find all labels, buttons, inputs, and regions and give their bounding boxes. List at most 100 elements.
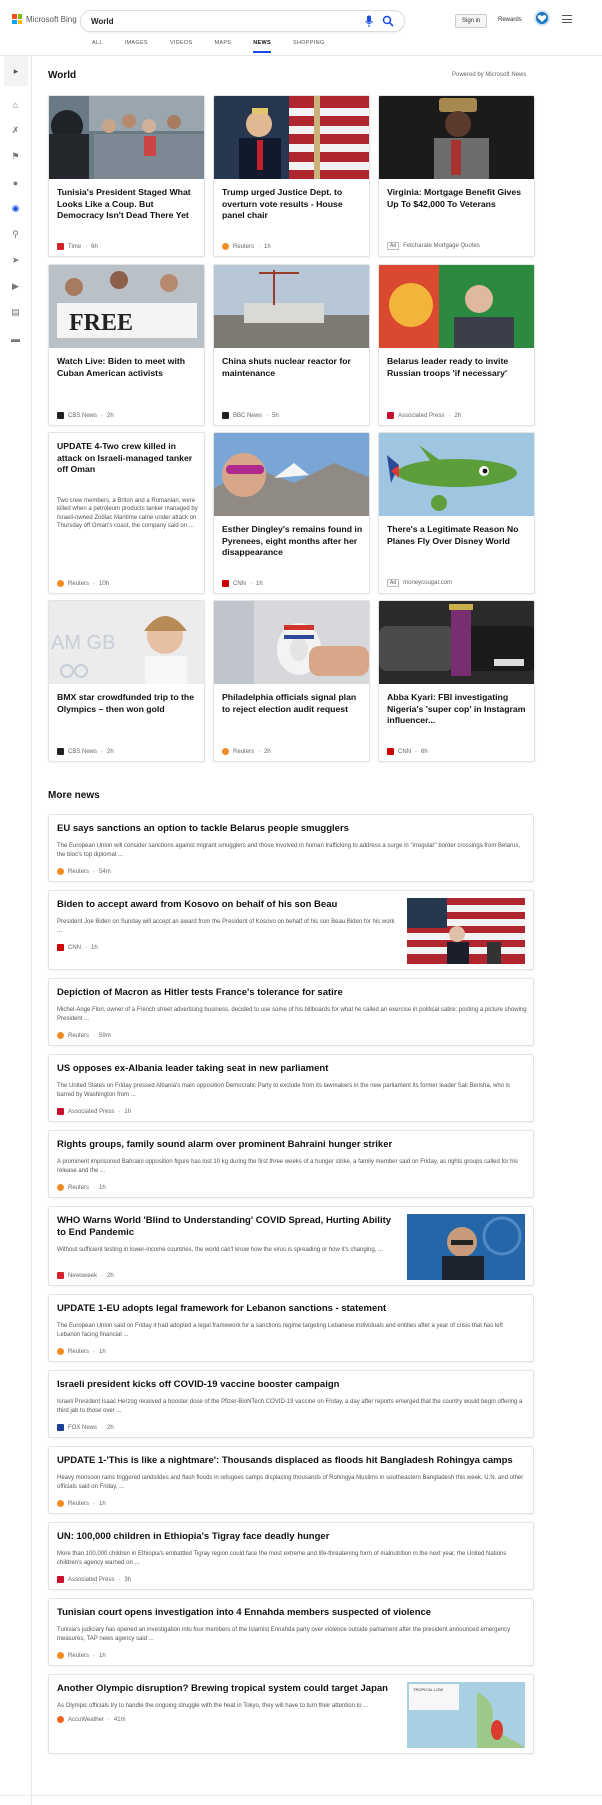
flag-icon[interactable]: ⚑ [9,150,22,163]
news-card[interactable]: Trump urged Justice Dept. to overturn vo… [213,95,370,257]
card-title[interactable]: Philadelphia officials signal plan to re… [222,692,364,715]
news-list-item[interactable]: Biden to accept award from Kosovo on beh… [48,890,534,970]
scope-news[interactable]: NEWS [253,40,271,53]
news-list-item[interactable]: UPDATE 1-EU adopts legal framework for L… [48,1294,534,1362]
item-snippet: President Joe Biden on Sunday will accep… [57,919,395,934]
news-card[interactable]: Abba Kyari: FBI investigating Nigeria's … [378,600,535,762]
news-list-item[interactable]: Israeli president kicks off COVID-19 vac… [48,1370,534,1438]
bing-logo[interactable]: Microsoft Bing [12,14,77,24]
item-source: Reuters · 1h [57,1652,106,1659]
card-title[interactable]: BMX star crowdfunded trip to the Olympic… [57,692,199,715]
microscope-icon[interactable]: ⚲ [9,228,22,241]
item-title[interactable]: EU says sanctions an option to tackle Be… [57,823,349,835]
source-logo-icon [57,1108,64,1115]
item-title[interactable]: Rights groups, family sound alarm over p… [57,1139,392,1151]
card-source: Ad moneycougar.com [387,579,452,587]
card-title[interactable]: Trump urged Justice Dept. to overturn vo… [222,187,364,222]
item-snippet: Without sufficient testing in lower-inco… [57,1247,384,1253]
card-title[interactable]: Watch Live: Biden to meet with Cuban Ame… [57,356,199,379]
scope-images[interactable]: IMAGES [125,40,148,52]
location-pin-icon[interactable]: ● [9,176,22,189]
tools-icon[interactable]: ✗ [9,124,22,137]
microphone-icon[interactable] [364,15,374,28]
card-title[interactable]: Esther Dingley's remains found in Pyrene… [222,524,364,559]
item-title[interactable]: Another Olympic disruption? Brewing trop… [57,1683,397,1695]
item-title[interactable]: UPDATE 1-'This is like a nightmare': Tho… [57,1455,513,1467]
item-title[interactable]: US opposes ex-Albania leader taking seat… [57,1063,328,1075]
video-icon[interactable]: ▶ [9,280,22,293]
card-title[interactable]: UPDATE 4-Two crew killed in attack on Is… [57,441,199,476]
news-card[interactable]: UPDATE 4-Two crew killed in attack on Is… [48,432,205,594]
news-list-item[interactable]: WHO Warns World 'Blind to Understanding'… [48,1206,534,1286]
news-list-item[interactable]: EU says sanctions an option to tackle Be… [48,814,534,882]
news-list-item[interactable]: US opposes ex-Albania leader taking seat… [48,1054,534,1122]
source-logo-icon [57,243,64,250]
item-time: 1h [99,1184,106,1191]
rocket-icon[interactable]: ➤ [9,254,22,267]
scope-all[interactable]: ALL [92,40,103,52]
news-card[interactable]: China shuts nuclear reactor for maintena… [213,264,370,426]
news-card[interactable]: AM GB BMX star crowdfunded trip to the O… [48,600,205,762]
ad-card[interactable]: Virginia: Mortgage Benefit Gives Up To $… [378,95,535,257]
card-time: 1h [264,243,271,250]
item-title[interactable]: WHO Warns World 'Blind to Understanding'… [57,1215,397,1239]
item-source: FOX News · 2h [57,1424,114,1431]
source-name: Associated Press [398,412,445,419]
item-source: Reuters · 54m [57,868,111,875]
news-list-item[interactable]: Depiction of Macron as Hitler tests Fran… [48,978,534,1046]
globe-icon[interactable]: ◉ [9,202,22,215]
search-input[interactable] [91,15,351,28]
news-card[interactable]: Esther Dingley's remains found in Pyrene… [213,432,370,594]
news-list-item[interactable]: UN: 100,000 children in Ethiopia's Tigra… [48,1522,534,1590]
card-title[interactable]: There's a Legitimate Reason No Planes Fl… [387,524,529,547]
item-title[interactable]: UN: 100,000 children in Ethiopia's Tigra… [57,1531,329,1543]
card-source: Reuters · 2h [222,748,271,755]
card-title[interactable]: Abba Kyari: FBI investigating Nigeria's … [387,692,529,727]
powered-by[interactable]: Powered by Microsoft News [452,72,526,78]
news-list-item[interactable]: Another Olympic disruption? Brewing trop… [48,1674,534,1754]
item-snippet: The European Union said on Friday it had… [57,1323,503,1338]
news-list-item[interactable]: Rights groups, family sound alarm over p… [48,1130,534,1198]
item-title[interactable]: Biden to accept award from Kosovo on beh… [57,899,397,911]
rewards-link[interactable]: Rewards [498,17,522,23]
card-source: CNN · 6h [387,748,428,755]
ad-card[interactable]: There's a Legitimate Reason No Planes Fl… [378,432,535,594]
card-title[interactable]: Virginia: Mortgage Benefit Gives Up To $… [387,187,529,210]
item-thumbnail: TROPICAL LOW [407,1682,525,1748]
sign-in-button[interactable]: Sign in [455,14,488,28]
card-source: CNN · 1h [222,580,263,587]
rewards-medal-icon[interactable] [534,10,550,26]
item-title[interactable]: UPDATE 1-EU adopts legal framework for L… [57,1303,386,1315]
money-icon[interactable]: ▬ [9,332,22,345]
ad-image [379,96,534,179]
scope-maps[interactable]: MAPS [214,40,231,52]
card-title[interactable]: Tunisia's President Staged What Looks Li… [57,187,199,222]
card-source: Ad Fetcharate Mortgage Quotes [387,242,480,250]
source-name: Reuters [68,1652,90,1659]
item-time: 1h [124,1108,132,1115]
scope-videos[interactable]: VIDEOS [170,40,193,52]
expand-rail-icon[interactable]: ▸ [4,56,28,86]
news-list-item[interactable]: Tunisian court opens investigation into … [48,1598,534,1666]
item-title[interactable]: Tunisian court opens investigation into … [57,1607,431,1619]
news-card[interactable]: Tunisia's President Staged What Looks Li… [48,95,205,257]
news-card[interactable]: Belarus leader ready to invite Russian t… [378,264,535,426]
thumb-label: TROPICAL LOW [413,1687,443,1692]
news-card[interactable]: Philadelphia officials signal plan to re… [213,600,370,762]
card-title[interactable]: Belarus leader ready to invite Russian t… [387,356,529,379]
item-time: 1h [99,1348,106,1355]
search-icon[interactable] [382,15,394,27]
news-card[interactable]: FREE Watch Live: Biden to meet with Cuba… [48,264,205,426]
item-time: 3h [124,1576,132,1583]
item-time: 41m [113,1716,126,1723]
search-box [80,10,405,32]
home-icon[interactable]: ⌂ [9,98,22,111]
item-snippet: More than 100,000 children in Ethiopia's… [57,1551,507,1566]
government-icon[interactable]: ▤ [9,306,22,319]
menu-icon[interactable] [562,15,572,23]
scope-shopping[interactable]: SHOPPING [293,40,324,52]
news-list-item[interactable]: UPDATE 1-'This is like a nightmare': Tho… [48,1446,534,1514]
item-title[interactable]: Depiction of Macron as Hitler tests Fran… [57,987,343,999]
card-title[interactable]: China shuts nuclear reactor for maintena… [222,356,364,379]
item-title[interactable]: Israeli president kicks off COVID-19 vac… [57,1379,339,1391]
